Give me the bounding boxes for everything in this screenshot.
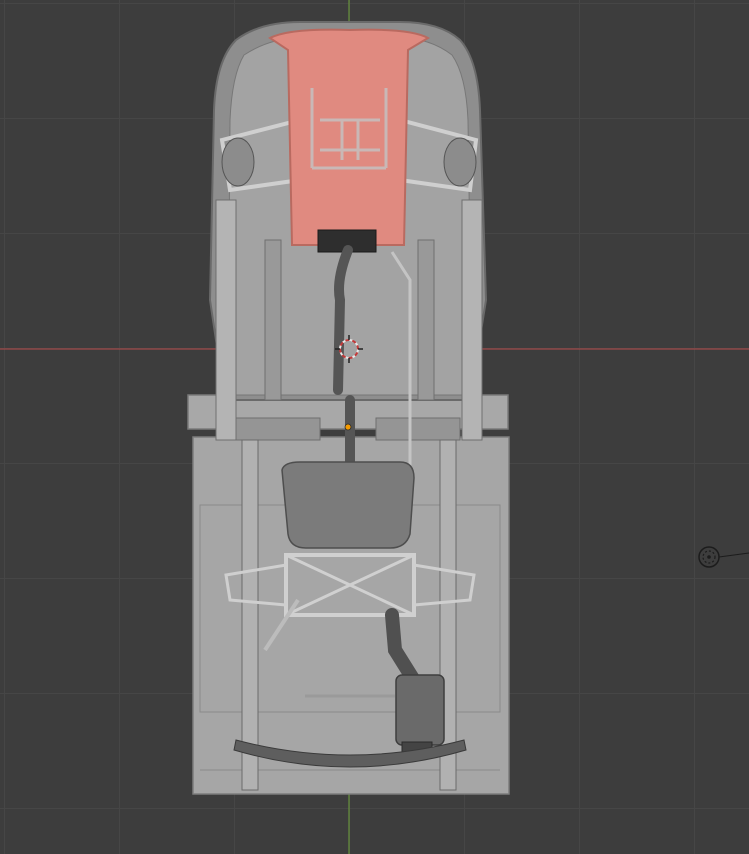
3d-viewport[interactable] bbox=[0, 0, 749, 854]
side-rail-right bbox=[461, 199, 483, 441]
inner-rail-left bbox=[264, 239, 282, 401]
light-icon[interactable] bbox=[698, 546, 749, 568]
side-rail-left bbox=[215, 199, 237, 441]
car-chassis-model[interactable] bbox=[187, 21, 510, 795]
fuel-tank[interactable] bbox=[281, 461, 415, 549]
muffler[interactable] bbox=[395, 674, 445, 746]
front-hub-right bbox=[443, 137, 477, 187]
engine-cover[interactable] bbox=[268, 28, 431, 246]
inner-rail-right bbox=[417, 239, 435, 401]
front-hub-left bbox=[221, 137, 255, 187]
cross-member-bracket-left bbox=[235, 417, 321, 441]
rear-rail-left bbox=[241, 439, 259, 791]
scene-canvas[interactable] bbox=[0, 0, 749, 854]
object-origin-icon[interactable] bbox=[344, 423, 352, 431]
cross-member-bracket-right bbox=[375, 417, 461, 441]
